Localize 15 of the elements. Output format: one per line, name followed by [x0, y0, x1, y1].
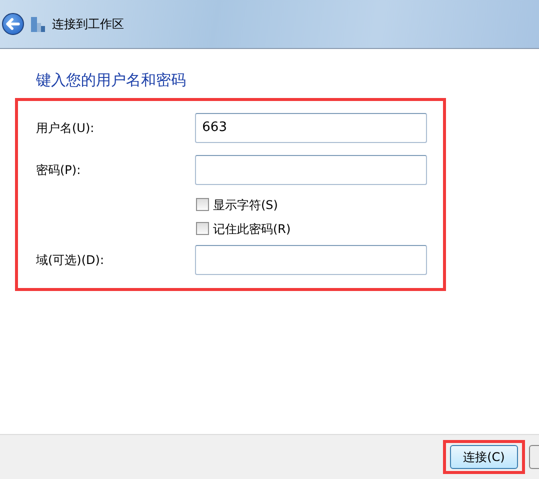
input-field[interactable]: [195, 244, 427, 274]
field-label: 域(可选)(D):: [36, 252, 106, 268]
input-field[interactable]: 663: [195, 112, 427, 142]
back-button[interactable]: [2, 13, 24, 35]
checkbox[interactable]: [196, 198, 209, 211]
form-heading: 键入您的用户名和密码: [36, 70, 187, 91]
checkbox[interactable]: [196, 222, 209, 235]
field-label: 密码(P):: [36, 162, 82, 178]
checkbox-label[interactable]: 记住此密码(R): [213, 220, 291, 238]
window-title: 连接到工作区: [52, 16, 124, 33]
connect-button[interactable]: 连接(C): [450, 445, 518, 469]
buildings-icon: [30, 15, 46, 33]
input-field[interactable]: [195, 154, 427, 184]
field-label: 用户名(U):: [36, 120, 96, 136]
checkbox-label[interactable]: 显示字符(S): [213, 196, 278, 214]
